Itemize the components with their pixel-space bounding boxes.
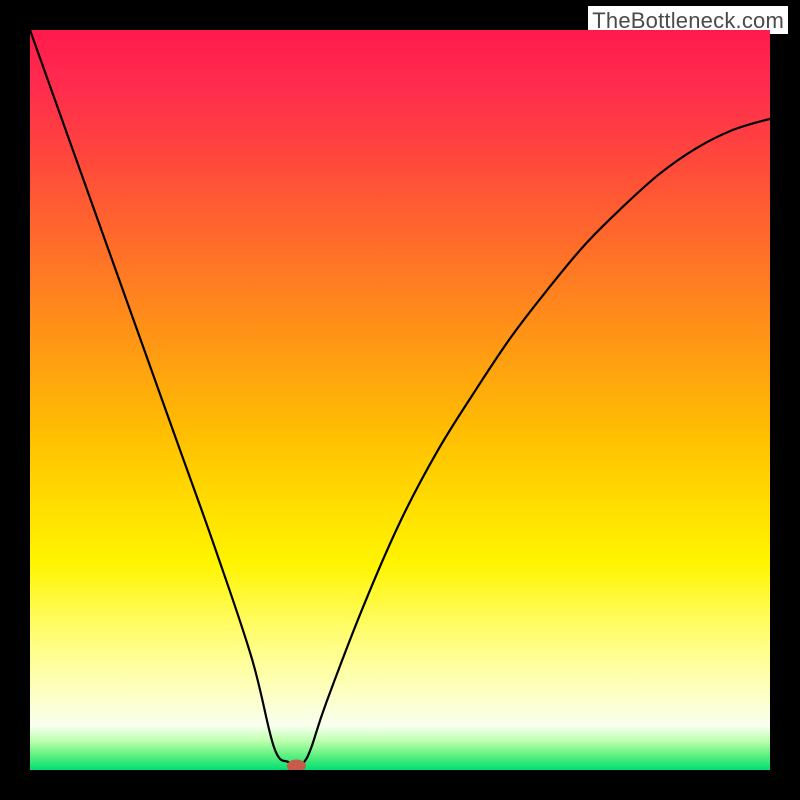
marker-dot xyxy=(287,760,305,770)
bottleneck-curve xyxy=(30,30,770,770)
plot-area xyxy=(30,30,770,770)
chart-frame: TheBottleneck.com xyxy=(0,0,800,800)
curve-layer xyxy=(30,30,770,770)
